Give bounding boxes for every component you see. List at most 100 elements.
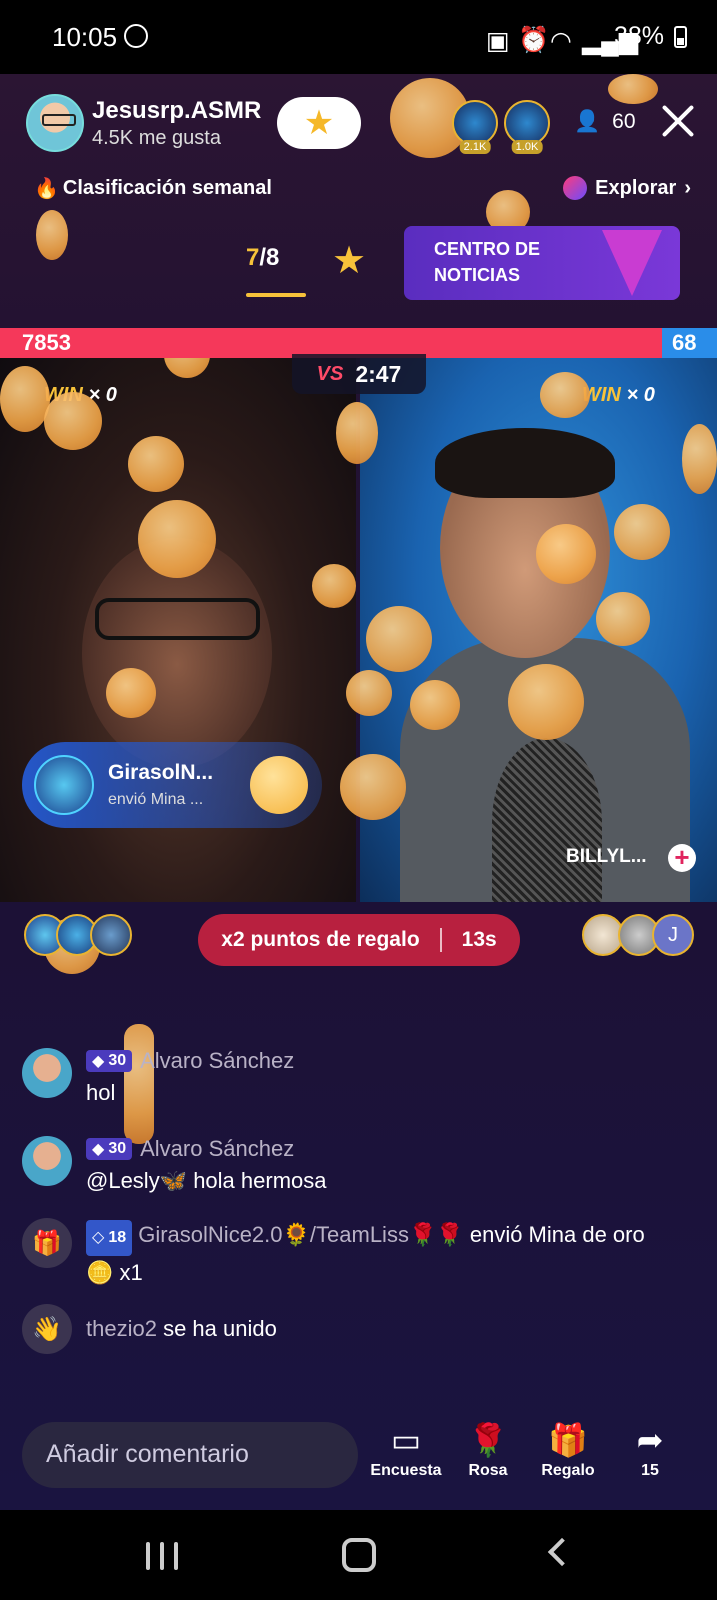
timer-value: 2:47 xyxy=(355,360,402,387)
microphone xyxy=(492,738,602,902)
chat-message[interactable]: ◆ 30 Alvaro Sánchez @Lesly🦋 hola hermosa xyxy=(22,1136,327,1194)
viewer-count-value: 60 xyxy=(612,110,636,133)
joined-username[interactable]: thezio2 xyxy=(86,1316,157,1341)
coin-effect xyxy=(340,754,406,820)
coin-effect xyxy=(608,74,658,104)
share-button[interactable]: ➦ 15 xyxy=(610,1418,690,1480)
gifter-name: GirasolN... xyxy=(108,761,214,784)
weekly-ranking-button[interactable]: 🔥 Clasificación semanal xyxy=(34,176,272,201)
chat-text: hol xyxy=(86,1080,116,1105)
bonus-countdown: 13s xyxy=(461,928,497,951)
join-system-message: 👋 thezio2 se ha unido xyxy=(22,1304,646,1354)
coin-effect xyxy=(346,670,392,716)
right-team-avatar[interactable]: J xyxy=(652,914,694,956)
status-icons: ▣ ⏰ ◠ ▂▄▆ 38% xyxy=(486,22,687,55)
battle-timer: VS 2:47 xyxy=(292,354,426,394)
comment-input[interactable]: Añadir comentario xyxy=(22,1422,358,1488)
star-badge-icon[interactable]: ★ xyxy=(332,238,366,283)
system-nav-bar xyxy=(0,1510,717,1600)
signal-icon: ▂▄▆ xyxy=(581,26,639,55)
bonus-label: x2 puntos de regalo xyxy=(221,928,420,951)
level-badge: ◆ 30 xyxy=(86,1050,133,1072)
status-bar: 10:05 ▣ ⏰ ◠ ▂▄▆ 38% xyxy=(0,0,717,74)
status-time: 10:05 xyxy=(52,22,118,52)
coin-effect xyxy=(0,366,50,432)
flame-icon: 🔥 xyxy=(34,178,59,200)
rose-button[interactable]: 🌹 Rosa xyxy=(448,1418,528,1480)
chevron-right-icon: › xyxy=(684,176,691,199)
gold-coin-icon xyxy=(250,756,308,814)
coin-effect xyxy=(366,606,432,672)
recent-apps-button[interactable] xyxy=(146,1542,178,1570)
back-button[interactable] xyxy=(547,1537,577,1567)
hair xyxy=(435,428,615,498)
chat-message[interactable]: ◆ 30 Alvaro Sánchez hol xyxy=(22,1048,294,1106)
coin-effect xyxy=(138,500,216,578)
gift-notification[interactable]: GirasolN... envió Mina ... xyxy=(22,742,322,828)
gift-description: envió Mina ... xyxy=(108,791,204,808)
opponent-name[interactable]: BILLYL... xyxy=(566,846,647,868)
chat-avatar[interactable] xyxy=(22,1048,72,1098)
coin-effect xyxy=(106,668,156,718)
host-avatar[interactable] xyxy=(26,94,84,152)
favorite-star-button[interactable]: ★ xyxy=(277,97,361,149)
star-icon: ★ xyxy=(303,104,335,142)
poll-button[interactable]: ▭ Encuesta xyxy=(366,1418,446,1480)
coin-effect xyxy=(36,210,68,260)
vs-icon: VS xyxy=(316,362,344,385)
explore-button[interactable]: Explorar › xyxy=(563,176,691,200)
level-badge: ◆ 30 xyxy=(86,1138,133,1160)
win-badge-right: WIN × 0 xyxy=(582,384,655,406)
goal-progress-bar xyxy=(246,293,306,297)
coin-effect xyxy=(312,564,356,608)
gift-username[interactable]: GirasolNice2.0🌻/TeamLiss🌹🌹 xyxy=(138,1222,464,1247)
top-viewer-1[interactable]: 2.1K xyxy=(452,100,498,154)
close-button[interactable] xyxy=(661,104,695,138)
party-cone-icon xyxy=(602,230,662,296)
chat-username[interactable]: Alvaro Sánchez xyxy=(140,1048,294,1074)
coin-effect xyxy=(682,424,717,494)
alarm-icon: ⏰ xyxy=(517,25,550,54)
coin-effect xyxy=(44,392,102,450)
battery-percent: 38% xyxy=(613,22,664,50)
gift-icon: 🎁 xyxy=(22,1218,72,1268)
news-center-banner[interactable]: CENTRO DE NOTICIAS xyxy=(404,226,680,300)
host-likes: 4.5K me gusta xyxy=(92,126,221,149)
gift-system-message[interactable]: 🎁 ◇ 18 GirasolNice2.0🌻/TeamLiss🌹🌹 envió … xyxy=(22,1218,646,1290)
person-icon: 👤 xyxy=(574,110,601,133)
poll-label: Encuesta xyxy=(370,1462,442,1479)
coin-effect xyxy=(536,524,596,584)
goal-progress[interactable]: 7/8 xyxy=(246,244,279,272)
share-count: 15 xyxy=(641,1462,659,1479)
follow-opponent-button[interactable]: + xyxy=(668,844,696,872)
explore-label: Explorar xyxy=(595,176,677,199)
gifter-avatar xyxy=(34,755,94,815)
score-right: 68 xyxy=(672,330,697,355)
poll-icon: ▭ xyxy=(390,1422,422,1458)
coin-effect xyxy=(540,372,590,418)
weekly-ranking-label: Clasificación semanal xyxy=(62,177,272,199)
glasses xyxy=(95,598,260,640)
top-viewer-count: 2.1K xyxy=(459,140,491,154)
gift-box-icon: 🎁 xyxy=(548,1422,588,1458)
battery-icon xyxy=(674,25,687,48)
live-stream: WIN × 0 WIN × 0 Jesusrp.ASMR 4.5K me gus… xyxy=(0,74,717,1510)
chat-username[interactable]: Alvaro Sánchez xyxy=(140,1136,294,1162)
top-viewer-2[interactable]: 1.0K xyxy=(504,100,550,154)
chat-avatar[interactable] xyxy=(22,1136,72,1186)
join-text: se ha unido xyxy=(156,1316,277,1341)
double-points-banner: x2 puntos de regalo 13s xyxy=(198,914,520,966)
coin-effect xyxy=(596,592,650,646)
viewer-count[interactable]: 👤 60 xyxy=(574,110,636,134)
left-team-avatar[interactable] xyxy=(90,914,132,956)
score-left: 7853 xyxy=(22,330,71,355)
share-icon: ➦ xyxy=(636,1422,664,1458)
home-button[interactable] xyxy=(342,1538,376,1572)
coin-effect xyxy=(336,402,378,464)
coin-effect xyxy=(128,436,184,492)
gift-button[interactable]: 🎁 Regalo xyxy=(528,1418,608,1480)
host-info[interactable]: Jesusrp.ASMR 4.5K me gusta xyxy=(26,94,261,152)
coin-effect xyxy=(614,504,670,560)
explore-icon xyxy=(563,176,588,200)
rose-icon: 🌹 xyxy=(468,1422,508,1458)
